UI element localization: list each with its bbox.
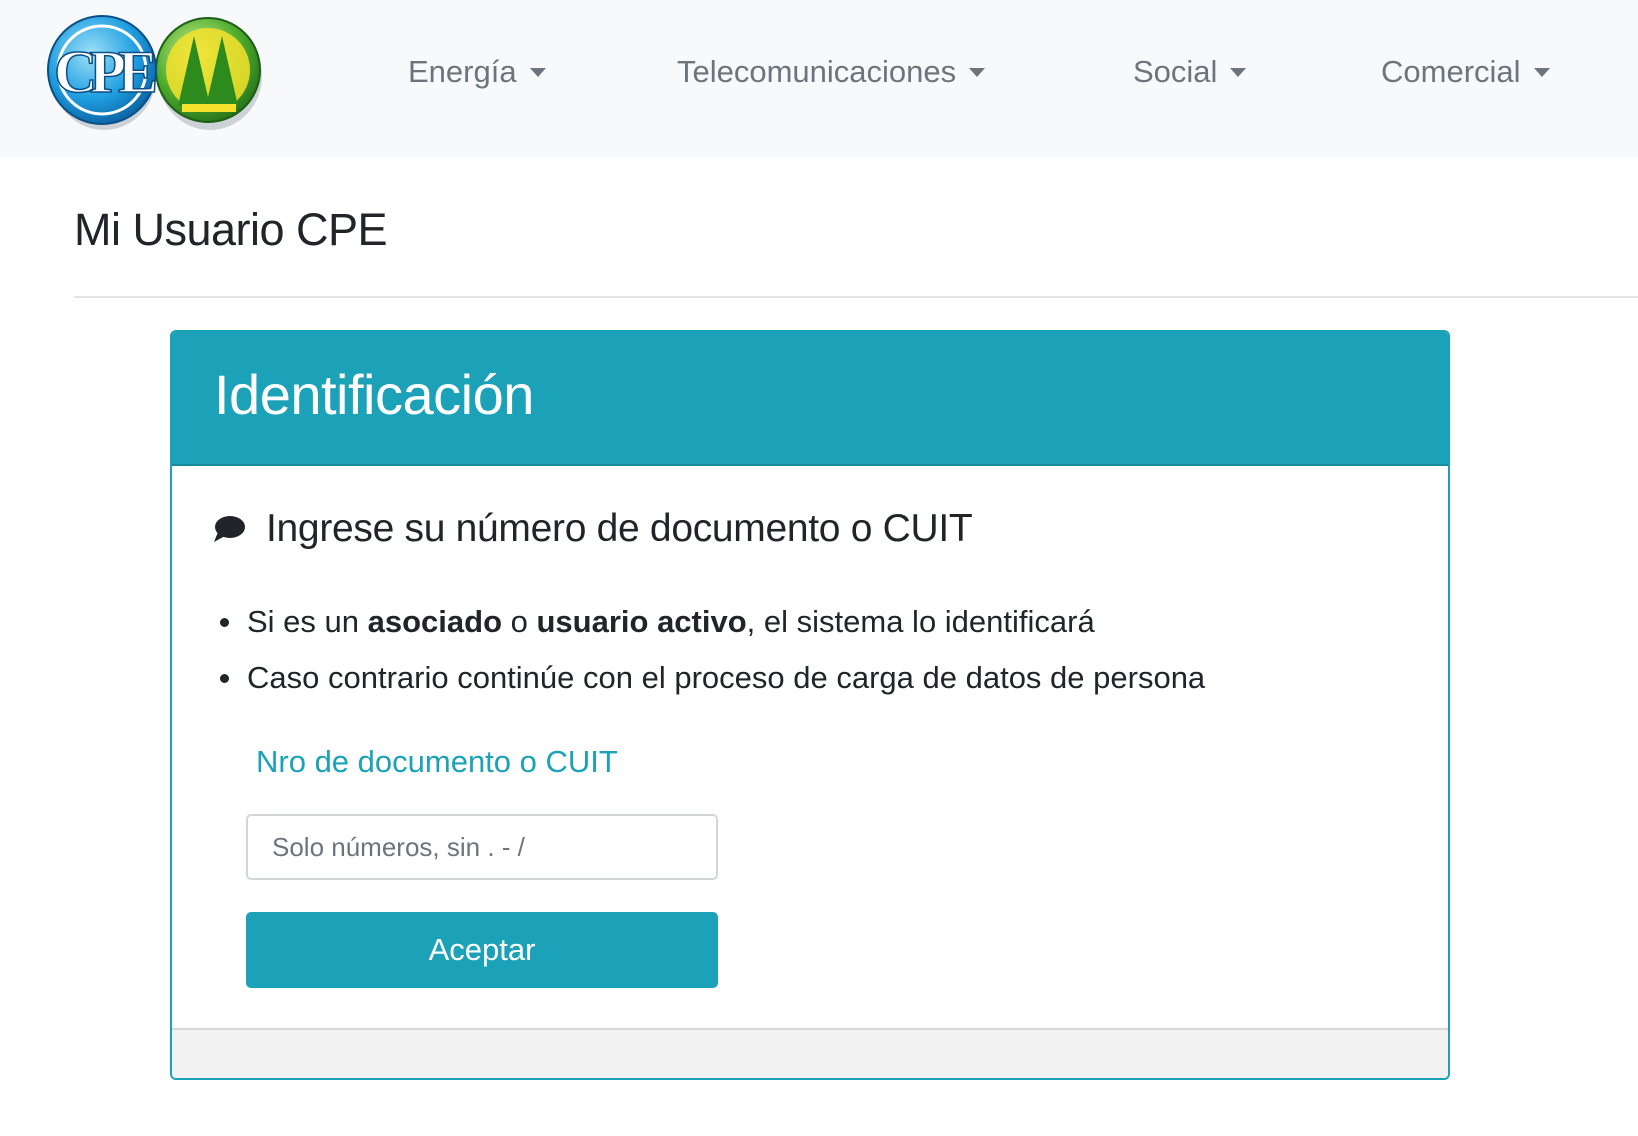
caret-down-icon [1230,67,1247,77]
section-heading-text: Ingrese su número de documento o CUIT [266,507,973,550]
comment-icon [214,516,245,542]
list-item-text: Caso contrario continúe con el proceso d… [247,660,1206,695]
page-title: Mi Usuario CPE [74,204,388,255]
bullet-icon [220,673,229,683]
nav-item-comercial[interactable]: Comercial [1381,50,1550,94]
instructions-list: Si es un asociado o usuario activo, el s… [220,594,1205,706]
list-item-text: Si es un asociado o usuario activo, el s… [247,604,1095,639]
card-header: Identificación [172,332,1448,466]
document-number-input[interactable] [246,814,718,880]
navbar: CPE Energía Telecomunicaciones Social Co… [0,0,1638,157]
bullet-icon [220,617,229,627]
nav-item-label: Energía [408,54,517,89]
nav-item-label: Social [1133,54,1218,89]
caret-down-icon [529,67,546,77]
svg-text:CPE: CPE [54,39,155,105]
list-item: Caso contrario continúe con el proceso d… [220,650,1205,706]
nav-item-telecomunicaciones[interactable]: Telecomunicaciones [677,50,986,94]
cpe-logo[interactable]: CPE [44,6,276,136]
nav-item-label: Telecomunicaciones [677,54,957,89]
list-item: Si es un asociado o usuario activo, el s… [220,594,1205,650]
accept-button[interactable]: Aceptar [246,912,718,988]
section-heading: Ingrese su número de documento o CUIT [212,507,973,551]
caret-down-icon [969,67,986,77]
nav-item-energia[interactable]: Energía [408,50,546,94]
nav-item-label: Comercial [1381,54,1521,89]
title-divider [74,296,1638,298]
card-footer [172,1028,1448,1078]
identification-card: Identificación Ingrese su número de docu… [170,330,1450,1080]
nav-item-social[interactable]: Social [1133,50,1247,94]
caret-down-icon [1533,67,1550,77]
document-field-label: Nro de documento o CUIT [256,744,618,779]
card-header-title: Identificación [214,363,534,426]
